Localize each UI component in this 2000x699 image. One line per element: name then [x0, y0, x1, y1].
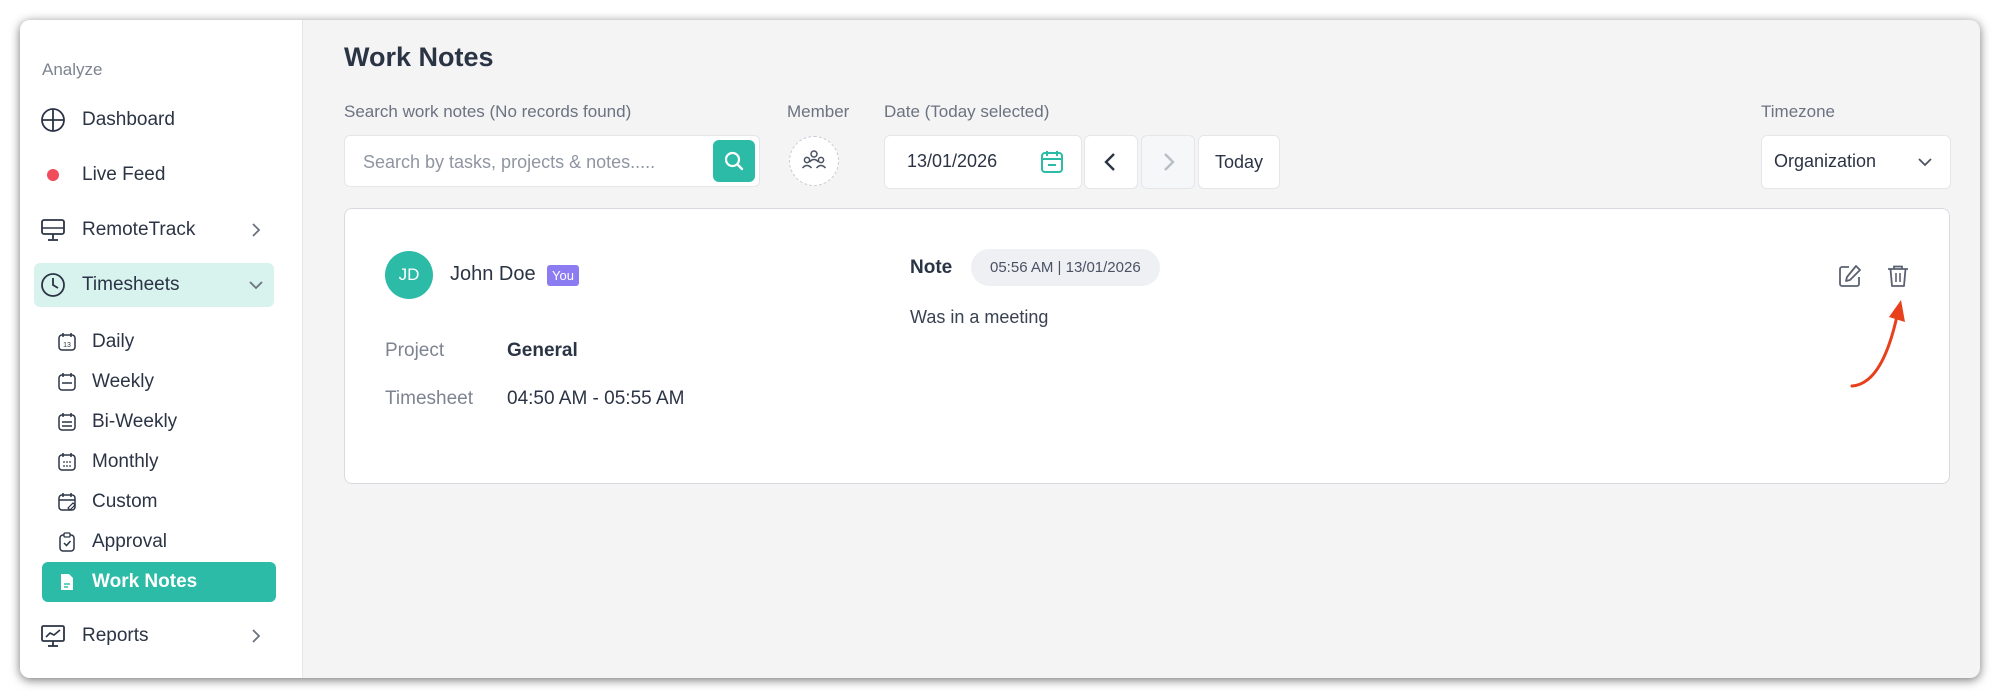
calendar-biweek-icon — [56, 411, 78, 433]
trash-icon — [1888, 265, 1908, 287]
note-label: Note — [910, 257, 953, 278]
chevron-right-icon — [252, 629, 261, 643]
sidebar-item-label: Daily — [92, 331, 135, 352]
search-field — [344, 135, 760, 187]
chevron-left-icon — [1104, 153, 1115, 171]
previous-date-button[interactable] — [1084, 135, 1138, 189]
sidebar-item-label: Live Feed — [82, 164, 166, 185]
note-timestamp: 05:56 AM | 13/01/2026 — [971, 249, 1160, 286]
calendar-edit-icon — [56, 491, 78, 513]
sidebar-item-daily[interactable]: 13 Daily — [42, 322, 276, 362]
sidebar-item-label: Timesheets — [82, 274, 180, 295]
today-button[interactable]: Today — [1198, 135, 1280, 189]
chevron-right-icon — [252, 223, 261, 237]
sidebar-item-label: Monthly — [92, 451, 159, 472]
note-text: Was in a meeting — [910, 307, 1049, 327]
sidebar-item-remotetrack[interactable]: RemoteTrack — [34, 208, 274, 252]
clipboard-check-icon — [56, 531, 78, 553]
work-note-card: JD John Doe You Project General Timeshee… — [344, 208, 1950, 484]
sidebar-item-weekly[interactable]: Weekly — [42, 362, 276, 402]
sidebar-item-label: Reports — [82, 625, 149, 646]
timesheet-value: 04:50 AM - 05:55 AM — [507, 388, 685, 409]
sidebar-item-work-notes[interactable]: Work Notes — [42, 562, 276, 602]
edit-icon — [1839, 265, 1861, 287]
sidebar-item-reports[interactable]: Reports — [34, 614, 274, 658]
timezone-select[interactable]: Organization — [1761, 135, 1951, 189]
search-label: Search work notes (No records found) — [344, 102, 632, 121]
chevron-down-icon — [1918, 158, 1932, 167]
live-dot-icon — [38, 160, 68, 190]
date-picker[interactable]: 13/01/2026 — [884, 135, 1082, 189]
sidebar-item-approval[interactable]: Approval — [42, 522, 276, 562]
member-select-button[interactable] — [789, 136, 839, 186]
member-label: Member — [787, 102, 850, 121]
sidebar-item-label: RemoteTrack — [82, 219, 196, 240]
calendar-day-icon: 13 — [56, 331, 78, 353]
project-label: Project — [385, 340, 445, 361]
sidebar-item-label: Custom — [92, 491, 158, 512]
sidebar-item-monthly[interactable]: Monthly — [42, 442, 276, 482]
user-name: John Doe — [450, 263, 536, 285]
sidebar-item-label: Approval — [92, 531, 167, 552]
document-icon — [56, 571, 78, 593]
sidebar-section-label: Analyze — [42, 60, 103, 79]
sidebar-item-live-feed[interactable]: Live Feed — [34, 153, 274, 197]
presentation-chart-icon — [38, 621, 68, 651]
chevron-right-icon — [1164, 153, 1175, 171]
clock-icon — [38, 270, 68, 300]
calendar-month-icon — [56, 451, 78, 473]
sidebar-item-timesheets[interactable]: Timesheets — [34, 263, 274, 307]
sidebar-item-bi-weekly[interactable]: Bi-Weekly — [42, 402, 276, 442]
users-group-icon — [801, 150, 827, 169]
date-label: Date (Today selected) — [884, 102, 1050, 121]
grid-circle-icon — [38, 105, 68, 135]
calendar-icon[interactable] — [1039, 149, 1065, 175]
sidebar: Analyze Dashboard Live Feed RemoteTrack … — [20, 20, 303, 678]
project-value: General — [507, 340, 578, 361]
next-date-button[interactable] — [1141, 135, 1195, 189]
app-window: Analyze Dashboard Live Feed RemoteTrack … — [20, 20, 1980, 678]
timezone-value: Organization — [1774, 151, 1877, 171]
calendar-week-icon — [56, 371, 78, 393]
sidebar-item-label: Dashboard — [82, 109, 175, 130]
edit-note-button[interactable] — [1835, 261, 1865, 291]
sidebar-item-label: Weekly — [92, 371, 154, 392]
sidebar-item-label: Work Notes — [92, 571, 198, 592]
timezone-label: Timezone — [1761, 102, 1836, 121]
search-icon — [724, 151, 744, 171]
date-value: 13/01/2026 — [907, 151, 998, 171]
search-input[interactable] — [361, 148, 695, 176]
you-badge: You — [547, 265, 579, 286]
sidebar-item-dashboard[interactable]: Dashboard — [34, 98, 274, 142]
search-button[interactable] — [713, 140, 755, 182]
chevron-down-icon — [249, 281, 263, 290]
delete-note-button[interactable] — [1883, 261, 1913, 291]
page-title: Work Notes — [344, 42, 494, 72]
sidebar-item-label: Bi-Weekly — [92, 411, 178, 432]
avatar: JD — [385, 251, 433, 299]
sidebar-item-custom[interactable]: Custom — [42, 482, 276, 522]
annotation-arrow — [1850, 300, 1905, 388]
timesheet-label: Timesheet — [385, 388, 473, 409]
svg-text:13: 13 — [63, 342, 71, 349]
monitor-icon — [38, 215, 68, 245]
